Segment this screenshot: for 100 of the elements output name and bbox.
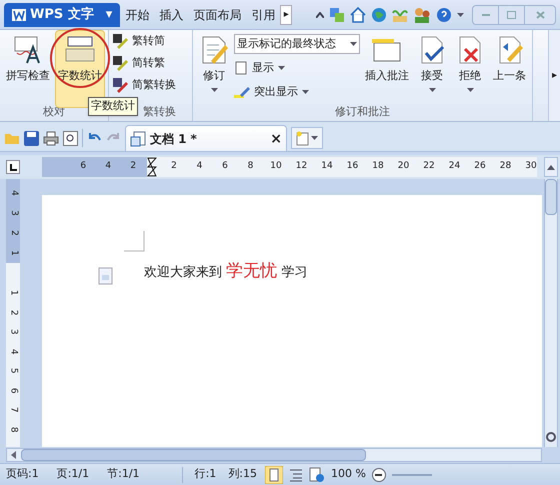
ruler-number: 2 — [8, 309, 20, 316]
status-text: 行:1 — [194, 466, 216, 482]
ruler-number: 26 — [474, 160, 486, 174]
ruler-number: 20 — [398, 160, 410, 174]
tabs-scroll-button[interactable]: ▸ — [280, 4, 292, 24]
save-icon[interactable] — [24, 130, 39, 146]
ribbon-button[interactable]: 繁转简 — [112, 30, 165, 52]
ruler-number: 8 — [246, 160, 254, 174]
ribbon-tab[interactable]: 页面布局 — [188, 2, 246, 26]
help-icon[interactable] — [436, 6, 452, 22]
scroll-up-button[interactable] — [544, 157, 558, 177]
app-menu-button[interactable]: WPS 文字 ▾ — [4, 2, 120, 26]
ruler-number: 8 — [8, 426, 20, 432]
arrow-up-icon — [547, 164, 555, 170]
page-view-icon[interactable] — [264, 466, 283, 484]
tab-stop-selector[interactable] — [6, 160, 20, 174]
document-tab[interactable]: 文档 1 * × — [125, 125, 287, 151]
ruler-number: 3 — [8, 328, 20, 335]
ribbon-tab[interactable]: 插入 — [154, 2, 188, 26]
document-icon — [234, 61, 248, 75]
pencil-icon — [112, 33, 128, 49]
print-icon[interactable] — [43, 130, 59, 146]
ruler-number: 18 — [372, 160, 384, 174]
minus-icon — [375, 474, 382, 476]
ruler-number: 6 — [79, 160, 88, 174]
close-icon — [536, 10, 544, 18]
ribbon-button[interactable]: 拒绝 — [452, 30, 488, 108]
ribbon-button[interactable]: 上一条 — [490, 30, 529, 108]
windows-icon[interactable] — [329, 6, 345, 22]
ribbon-button[interactable]: 修订 — [196, 30, 232, 108]
ruler-number: 6 — [221, 160, 229, 174]
group-label: 修订和批注 — [335, 104, 390, 120]
ruler-number: 6 — [8, 387, 20, 394]
status-text: 列:15 — [228, 466, 257, 482]
document-tab-title: 文档 1 — [150, 130, 187, 148]
new-document-button[interactable] — [291, 127, 323, 149]
people-icon[interactable] — [413, 6, 431, 22]
ribbon-scroll-button[interactable]: ▸ — [548, 30, 560, 121]
ruler-number: 2 — [129, 160, 138, 174]
modified-mark: * — [190, 130, 197, 148]
ribbon-button[interactable]: 突出显示 — [234, 82, 360, 102]
ruler-number: 10 — [270, 160, 282, 174]
ruler-number: 4 — [8, 348, 20, 354]
tab-stop-icon — [10, 164, 16, 170]
ruler-number: 28 — [500, 160, 512, 174]
ruler-number: 5 — [8, 368, 20, 374]
ribbon-tab[interactable]: 引用 — [246, 2, 280, 26]
select-value: 显示标记的最终状态 — [237, 36, 336, 52]
caret-icon — [311, 136, 318, 140]
highlighter-icon — [234, 85, 250, 99]
caret-icon — [350, 42, 357, 46]
select-browse-object-icon[interactable] — [545, 431, 557, 443]
ruler-number: 12 — [296, 160, 308, 174]
ruler-number: 30 — [525, 160, 537, 174]
ruler-number: 4 — [8, 190, 20, 196]
scroll-thumb[interactable] — [21, 449, 366, 461]
file-icon — [98, 266, 114, 284]
status-text: 节:1/1 — [107, 466, 140, 482]
circle-mark — [50, 28, 110, 88]
home-icon[interactable] — [350, 6, 366, 22]
ruler-number: 2 — [170, 160, 178, 174]
ribbon-button[interactable]: 显示 — [234, 58, 360, 78]
minimize-icon — [482, 14, 490, 16]
ruler-number: 3 — [8, 210, 20, 216]
status-text: 页码:1 — [6, 466, 39, 482]
preview-icon[interactable] — [63, 130, 78, 146]
ruler-number: 22 — [423, 160, 435, 174]
zoom-out-button[interactable] — [372, 468, 386, 482]
ruler-number: 7 — [8, 406, 20, 413]
close-tab-button[interactable]: × — [270, 132, 282, 146]
spell-check-icon — [13, 35, 43, 65]
ribbon-button[interactable]: 接受 — [414, 30, 450, 108]
collapse-icon[interactable] — [316, 12, 324, 18]
status-text: 页:1/1 — [56, 466, 90, 482]
caret-icon — [278, 66, 285, 70]
document-icon — [130, 130, 146, 146]
group-label: 繁转换 — [143, 104, 176, 120]
zoom-level: 100 % — [330, 466, 366, 482]
new-document-icon — [296, 130, 309, 146]
maximize-icon — [507, 10, 516, 18]
ruler-number: 4 — [196, 160, 204, 174]
ribbon-tab[interactable]: 开始 — [120, 2, 154, 26]
margin-corner-mark — [124, 231, 146, 253]
ruler-number: 2 — [8, 230, 20, 236]
markup-select[interactable]: 显示标记的最终状态 — [234, 34, 360, 54]
scroll-thumb[interactable] — [545, 179, 557, 215]
ribbon-button[interactable]: 简转繁 — [112, 52, 165, 74]
pencil-icon — [112, 55, 128, 71]
ruler-number: 16 — [346, 160, 358, 174]
document-text: 欢迎大家来到 学无忧 学习 — [144, 260, 308, 283]
ribbon-button[interactable]: 简繁转换 — [112, 74, 176, 96]
ruler-number: 14 — [321, 160, 333, 174]
web-view-icon[interactable] — [308, 466, 325, 482]
ruler-number: 1 — [8, 250, 20, 256]
ruler-number: 24 — [448, 160, 460, 174]
ruler-number: 4 — [104, 160, 112, 174]
tooltip: 字数统计 — [88, 97, 138, 116]
outline-view-icon[interactable] — [288, 468, 303, 482]
globe-icon[interactable] — [371, 6, 387, 22]
caret-icon — [302, 90, 309, 94]
